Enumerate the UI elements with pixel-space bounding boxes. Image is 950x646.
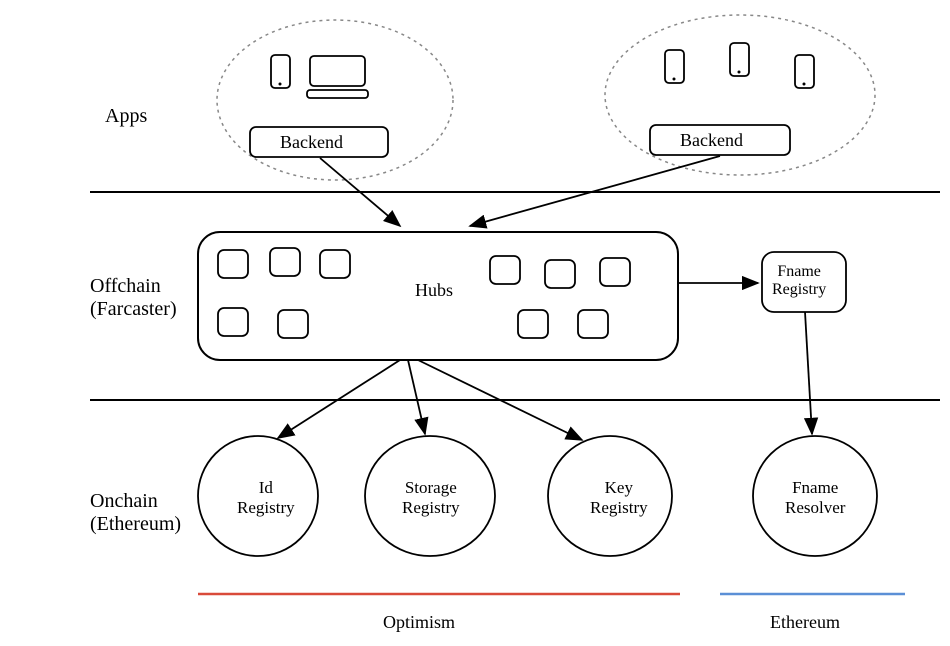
hub-node <box>218 308 248 336</box>
app-group-right-ellipse <box>605 15 875 175</box>
hub-node <box>578 310 608 338</box>
id-registry-circle <box>198 436 318 556</box>
hub-node <box>490 256 520 284</box>
fname-resolver-circle <box>753 436 877 556</box>
hub-node <box>518 310 548 338</box>
hub-node <box>545 260 575 288</box>
backend-left-box <box>250 127 388 157</box>
hub-node <box>278 310 308 338</box>
arrow <box>805 312 812 434</box>
hub-node <box>320 250 350 278</box>
hub-node <box>270 248 300 276</box>
fname-registry-box <box>762 252 846 312</box>
backend-right-box <box>650 125 790 155</box>
arrow <box>408 360 425 434</box>
hub-node <box>600 258 630 286</box>
diagram-svg <box>0 0 950 646</box>
key-registry-circle <box>548 436 672 556</box>
storage-registry-circle <box>365 436 495 556</box>
hub-node <box>218 250 248 278</box>
laptop-icon <box>310 56 365 86</box>
